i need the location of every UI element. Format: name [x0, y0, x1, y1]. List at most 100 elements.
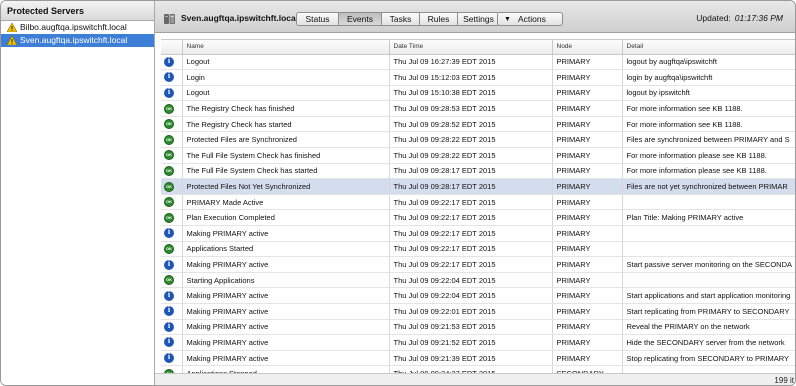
table-row[interactable]: The Full File System Check has startedTh… [161, 163, 795, 180]
event-datetime-cell: Thu Jul 09 09:28:22 EDT 2015 [389, 131, 553, 149]
event-detail-cell: Reveal the PRIMARY on the network [622, 319, 795, 336]
server-label: Sven.augftqa.ipswitchft.local [20, 35, 128, 45]
event-node-cell: PRIMARY [552, 131, 623, 149]
table-row[interactable]: Making PRIMARY activeThu Jul 09 09:21:52… [161, 334, 795, 351]
table-row[interactable]: The Registry Check has startedThu Jul 09… [161, 116, 795, 133]
table-row[interactable]: The Registry Check has finishedThu Jul 0… [161, 100, 795, 117]
event-node-cell: PRIMARY [552, 209, 623, 227]
event-node-cell: PRIMARY [552, 178, 623, 195]
event-node-cell: PRIMARY [552, 194, 623, 211]
event-datetime-cell: Thu Jul 09 16:27:39 EDT 2015 [389, 54, 553, 71]
events-table-container[interactable]: Name Date Time Node Detail LogoutThu Jul… [161, 39, 795, 373]
server-title: Sven.augftqa.ipswitchft.local [181, 13, 299, 23]
event-node-cell: PRIMARY [552, 100, 623, 117]
ok-icon [164, 275, 174, 286]
event-detail-cell: Plan Title: Making PRIMARY active [622, 209, 795, 227]
event-type-cell [161, 147, 183, 164]
ok-icon [164, 212, 174, 223]
event-type-cell [161, 256, 183, 273]
table-row[interactable]: Making PRIMARY activeThu Jul 09 09:21:53… [161, 319, 795, 336]
event-detail-cell: Files are not yet synchronized between P… [622, 178, 795, 195]
event-name-cell: The Full File System Check has started [182, 163, 390, 180]
updated-indicator: Updated: 01:17:36 PM [696, 13, 783, 23]
table-row[interactable]: LoginThu Jul 09 15:12:03 EDT 2015PRIMARY… [161, 69, 795, 86]
tab-events[interactable]: Events [338, 12, 382, 26]
tab-status[interactable]: Status [296, 12, 339, 26]
table-row[interactable]: LogoutThu Jul 09 15:10:38 EDT 2015PRIMAR… [161, 85, 795, 102]
event-type-cell [161, 178, 183, 195]
event-type-cell [161, 163, 183, 180]
table-row[interactable]: Plan Execution CompletedThu Jul 09 09:22… [161, 209, 795, 227]
table-row[interactable]: LogoutThu Jul 09 16:27:39 EDT 2015PRIMAR… [161, 54, 795, 71]
tab-rules[interactable]: Rules [419, 12, 458, 26]
event-detail-cell: Start passive server monitoring on the S… [622, 256, 795, 273]
server-icon [164, 14, 175, 24]
event-detail-cell: Files are synchronized between PRIMARY a… [622, 131, 795, 149]
event-type-cell [161, 334, 183, 351]
event-node-cell: PRIMARY [552, 163, 623, 180]
table-row[interactable]: The Full File System Check has finishedT… [161, 147, 795, 164]
server-label: Bilbo.augftqa.ipswitchft.local [20, 22, 127, 32]
event-node-cell: PRIMARY [552, 116, 623, 133]
column-header-node[interactable]: Node [552, 40, 623, 55]
event-node-cell: PRIMARY [552, 69, 623, 86]
table-row[interactable]: Making PRIMARY activeThu Jul 09 09:22:17… [161, 256, 795, 273]
event-datetime-cell: Thu Jul 09 09:22:04 EDT 2015 [389, 287, 553, 304]
event-detail-cell: logout by ipswitchft [622, 85, 795, 102]
event-datetime-cell: Thu Jul 09 15:10:38 EDT 2015 [389, 85, 553, 102]
table-row[interactable]: Protected Files are SynchronizedThu Jul … [161, 131, 795, 149]
actions-button[interactable]: ▼ Actions [497, 12, 563, 26]
event-type-cell [161, 241, 183, 258]
server-item-bilbo[interactable]: Bilbo.augftqa.ipswitchft.local [1, 21, 154, 34]
warning-icon [7, 23, 17, 32]
event-node-cell: PRIMARY [552, 272, 623, 289]
event-datetime-cell: Thu Jul 09 09:28:22 EDT 2015 [389, 147, 553, 164]
event-type-cell [161, 116, 183, 133]
column-header-name[interactable]: Name [182, 40, 390, 55]
protected-servers-header: Protected Servers [1, 1, 154, 21]
info-icon [164, 290, 174, 301]
tab-tasks[interactable]: Tasks [381, 12, 420, 26]
event-name-cell: Making PRIMARY active [182, 225, 390, 242]
event-type-cell [161, 365, 183, 373]
event-type-cell [161, 100, 183, 117]
protected-servers-panel: Protected Servers Bilbo.augftqa.ipswitch… [1, 1, 155, 385]
event-datetime-cell: Thu Jul 09 09:28:52 EDT 2015 [389, 116, 553, 133]
event-datetime-cell: Thu Jul 09 09:22:17 EDT 2015 [389, 225, 553, 242]
window: Protected Servers Bilbo.augftqa.ipswitch… [0, 0, 796, 386]
tab-settings[interactable]: Settings [457, 12, 500, 26]
event-detail-cell: For more information please see KB 1188. [622, 163, 795, 180]
table-row[interactable]: Starting ApplicationsThu Jul 09 09:22:04… [161, 272, 795, 289]
event-detail-cell: For more information please see KB 1188. [622, 147, 795, 164]
table-row[interactable]: PRIMARY Made ActiveThu Jul 09 09:22:17 E… [161, 194, 795, 211]
actions-label: Actions [518, 14, 546, 24]
event-type-cell [161, 319, 183, 336]
event-name-cell: Making PRIMARY active [182, 334, 390, 351]
event-datetime-cell: Thu Jul 09 15:12:03 EDT 2015 [389, 69, 553, 86]
table-row[interactable]: Making PRIMARY activeThu Jul 09 09:21:39… [161, 350, 795, 367]
table-row[interactable]: Protected Files Not Yet SynchronizedThu … [161, 178, 795, 195]
info-icon [164, 305, 174, 317]
column-header-datetime[interactable]: Date Time [389, 40, 553, 55]
event-detail-cell: For more information see KB 1188. [622, 100, 795, 117]
event-node-cell: SECONDARY [552, 365, 623, 373]
table-row[interactable]: Applications StartedThu Jul 09 09:22:17 … [161, 241, 795, 258]
server-item-sven[interactable]: Sven.augftqa.ipswitchft.local [1, 34, 154, 47]
event-detail-cell [622, 194, 795, 211]
event-name-cell: Starting Applications [182, 272, 390, 289]
info-icon [164, 87, 174, 98]
event-datetime-cell: Thu Jul 09 09:24:27 EDT 2015 [389, 365, 553, 373]
table-row[interactable]: Making PRIMARY activeThu Jul 09 09:22:04… [161, 287, 795, 304]
event-name-cell: Applications Started [182, 241, 390, 258]
info-icon [164, 336, 174, 348]
table-row[interactable]: Making PRIMARY activeThu Jul 09 09:22:17… [161, 225, 795, 242]
events-table: Name Date Time Node Detail LogoutThu Jul… [161, 40, 795, 373]
event-detail-cell: login by augftqa\ipswitchft [622, 69, 795, 86]
ok-icon [164, 197, 174, 208]
table-row[interactable]: Applications StoppedThu Jul 09 09:24:27 … [161, 365, 795, 373]
table-row[interactable]: Making PRIMARY activeThu Jul 09 09:22:01… [161, 303, 795, 320]
column-header-detail[interactable]: Detail [622, 40, 795, 55]
column-header-icon[interactable] [161, 40, 183, 55]
event-datetime-cell: Thu Jul 09 09:21:53 EDT 2015 [389, 319, 553, 336]
event-detail-cell: For more information see KB 1188. [622, 116, 795, 133]
